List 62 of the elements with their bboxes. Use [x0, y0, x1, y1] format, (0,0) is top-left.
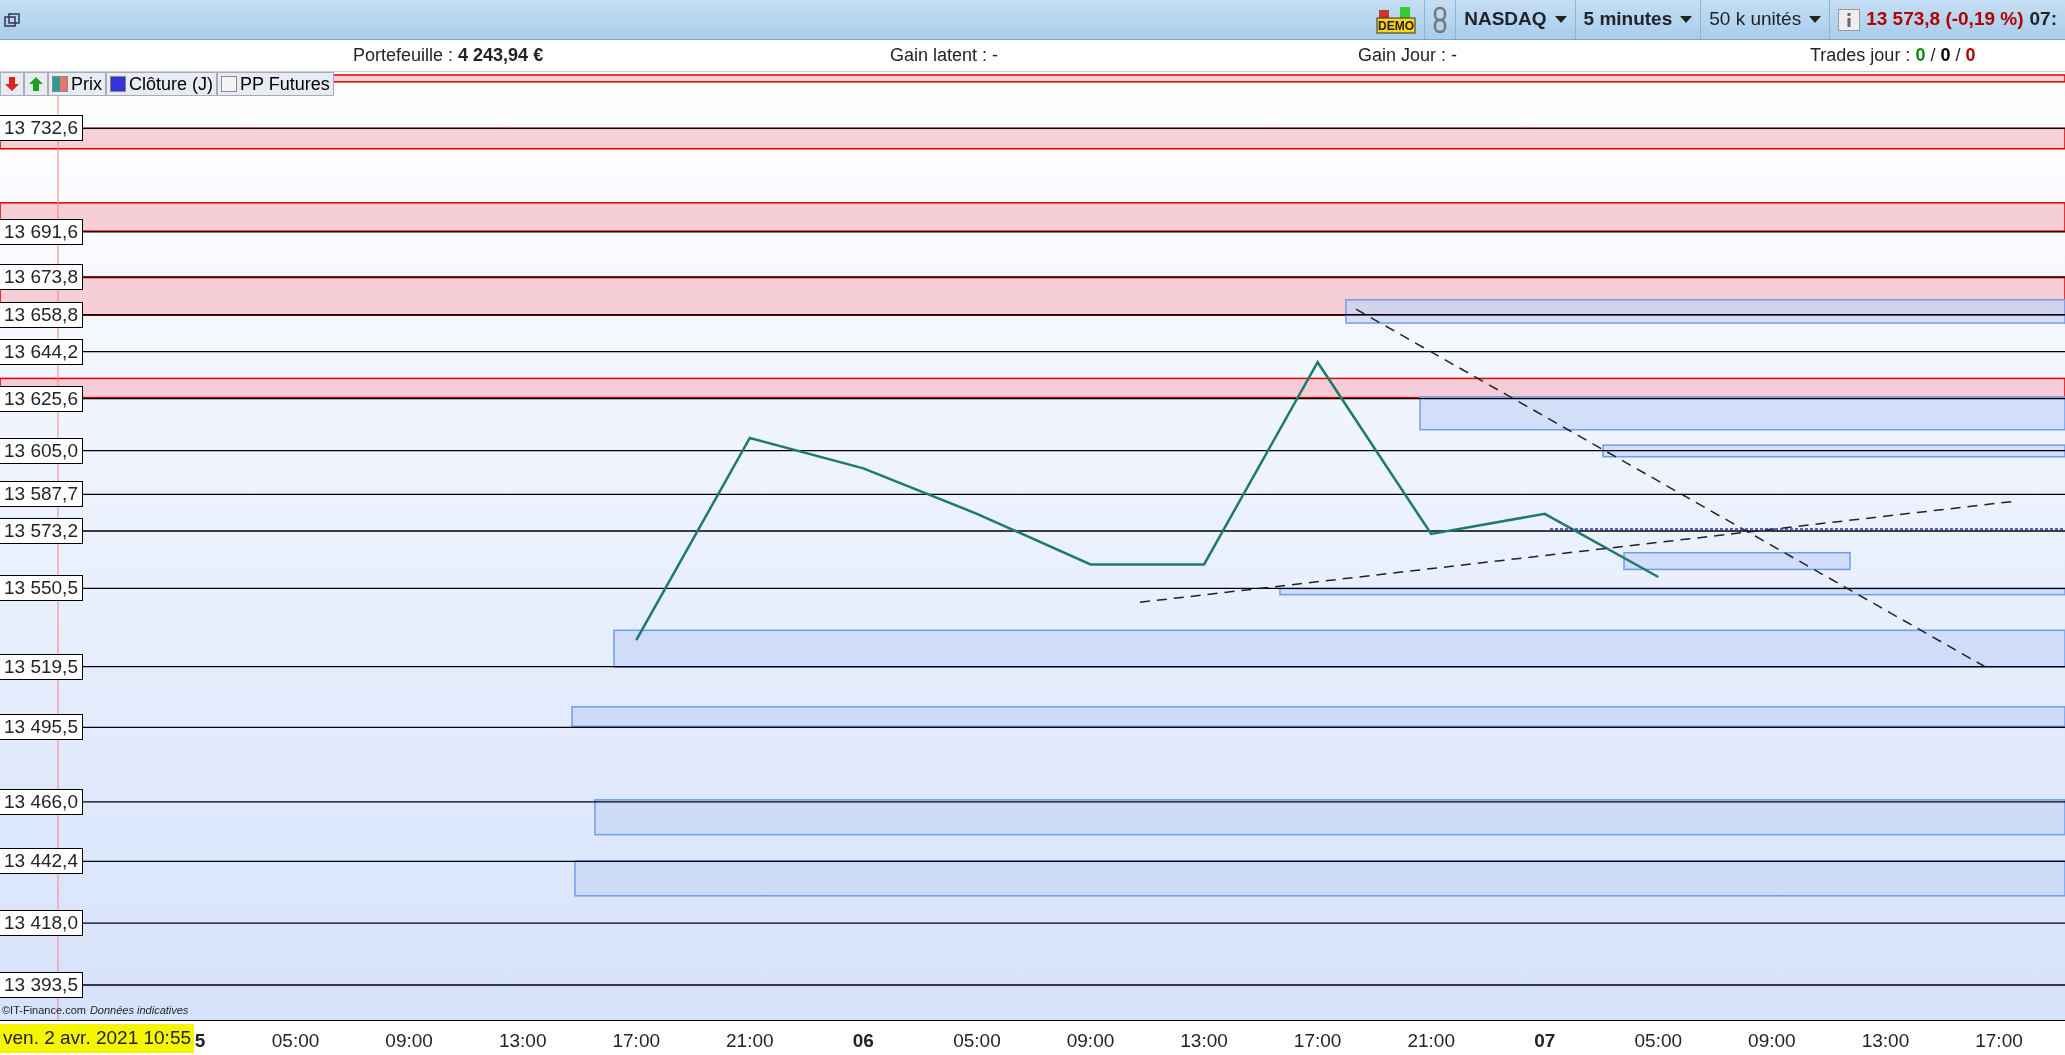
link-icon[interactable] [1433, 6, 1448, 33]
time-axis-label: 09:00 [1748, 1029, 1796, 1053]
price-level-label: 13 732,6 [0, 115, 83, 142]
price-level-label: 13 644,2 [0, 338, 83, 365]
time-axis-label: 05:00 [953, 1029, 1001, 1053]
time-axis-label: 17:00 [612, 1029, 660, 1053]
legend-label: Prix [71, 72, 102, 96]
time-axis-label: 13:00 [1180, 1029, 1228, 1053]
scroll-up-button[interactable] [24, 72, 48, 96]
caret-icon [1680, 16, 1693, 23]
legend-item[interactable]: PP Futures [217, 72, 334, 96]
price-level-label: 13 605,0 [0, 437, 83, 464]
price-level-label: 13 658,8 [0, 301, 83, 328]
caret-icon [1809, 16, 1822, 23]
up-arrow-icon [28, 76, 44, 92]
dropdown[interactable]: 50 k unités [1709, 5, 1822, 34]
price-level-label: 13 495,5 [0, 714, 83, 741]
price-level-label: 13 573,2 [0, 518, 83, 544]
price-level-label: 13 625,6 [0, 385, 83, 412]
info-icon[interactable] [1838, 8, 1861, 31]
time-axis-label: 5 [194, 1029, 206, 1053]
legend-item[interactable]: Clôture (J) [106, 72, 217, 96]
time-axis-label: 06 [852, 1029, 874, 1053]
copyright-text: ©IT-Finance.com [2, 1002, 86, 1018]
price-level-label: 13 418,0 [0, 910, 83, 937]
price-level-label: 13 673,8 [0, 263, 83, 290]
scroll-down-button[interactable] [0, 72, 24, 96]
time-axis-label: 13:00 [1861, 1029, 1910, 1053]
time-axis-label: 21:00 [1407, 1029, 1455, 1053]
price-level-label: 13 393,5 [0, 972, 83, 998]
time-axis-label: 09:00 [385, 1029, 433, 1053]
time-axis-label: 13:00 [498, 1029, 547, 1053]
dropdown[interactable]: 5 minutes [1583, 5, 1693, 34]
price-quote: 13 573,8 (-0,19 %) [1866, 7, 2024, 32]
price-level-label: 13 466,0 [0, 788, 83, 815]
price-level-label: 13 442,4 [0, 848, 83, 875]
date-label: ven. 2 avr. 2021 10:55 [0, 1024, 195, 1053]
legend-swatch [221, 76, 237, 92]
time-axis-label: 17:00 [1293, 1029, 1342, 1053]
caret-icon [1554, 16, 1567, 23]
day-gain-text: Gain Jour : - [1358, 44, 1458, 67]
price-level-label: 13 691,6 [0, 218, 83, 245]
time-axis-label: 09:00 [1066, 1029, 1115, 1053]
time-axis-label: 05:00 [271, 1029, 320, 1053]
price-level-label: 13 587,7 [0, 481, 83, 508]
legend-swatch [110, 76, 126, 92]
price-level-label: 13 550,5 [0, 575, 83, 602]
trades-text: Trades jour : 0 / 0 / 0 [1810, 44, 1976, 67]
latent-gain-text: Gain latent : - [890, 44, 999, 67]
time-axis-label: 07 [1534, 1029, 1556, 1053]
dropdown[interactable]: NASDAQ [1464, 5, 1567, 34]
restore-window-icon[interactable] [4, 12, 20, 27]
time-axis-label: 05:00 [1634, 1029, 1683, 1053]
down-arrow-icon [4, 76, 20, 92]
legend-swatch [52, 76, 68, 92]
price-level-label: 13 519,5 [0, 653, 83, 680]
legend-item[interactable]: Prix [48, 72, 106, 96]
disclaimer-text: Données indicatives [89, 1002, 189, 1018]
time-text: 07: [2029, 7, 2057, 32]
portfolio-text: Portefeuille : 4 243,94 € [353, 44, 544, 67]
time-axis-label: 21:00 [726, 1029, 774, 1053]
time-axis-label: 17:00 [1975, 1029, 2023, 1053]
